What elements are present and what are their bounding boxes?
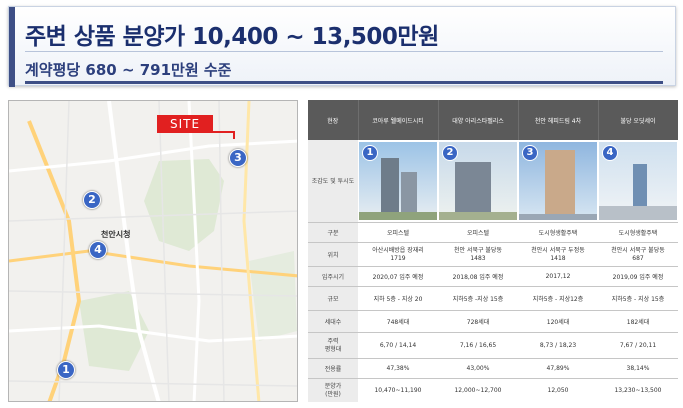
comparison-table: 현장 코아루 웰메이드시티 대양 아리스타펠리스 천안 헤피드림 4차 불당 오… — [308, 100, 678, 402]
table-cell: 43,00% — [438, 358, 518, 379]
site-pointer-line — [213, 131, 235, 133]
table-cell: 천안시 서북구 두정동 1418 — [518, 242, 598, 267]
row-label-line: 평형대 — [324, 345, 342, 353]
rendering-number-badge: 4 — [602, 145, 618, 161]
building-rendering-image: 3 — [519, 142, 597, 220]
table-row: 위치 아산시배방읍 장재리 1719 천안 서북구 불당동 1483 천안시 서북구… — [308, 242, 678, 267]
table-cell: 도시형생활주택 — [598, 222, 678, 243]
table-cell: 47,38% — [358, 358, 438, 379]
lot-number: 1719 — [390, 254, 406, 262]
table-header-cell: 코아루 웰메이드시티 — [358, 100, 439, 140]
lot-number: 687 — [632, 254, 644, 262]
table-row: 전용률 47,38% 43,00% 47,89% 38,14% — [308, 358, 678, 379]
table-cell: 7,67 / 20,11 — [598, 332, 678, 359]
site-label: SITE — [157, 115, 213, 133]
table-cell: 12,000~12,700 — [438, 378, 518, 402]
site-pointer-line-vertical — [233, 131, 235, 139]
table-row: 구분 오피스텔 오피스텔 도시형생활주택 도시형생활주택 — [308, 222, 678, 243]
building-rendering-image: 4 — [599, 142, 677, 220]
table-cell: 2019,09 입주 예정 — [598, 266, 678, 287]
map-marker-1[interactable]: 1 — [57, 361, 75, 379]
rendering-cell: 2 — [438, 140, 518, 223]
table-header-cell: 천안 헤피드림 4차 — [518, 100, 599, 140]
header-divider — [25, 51, 663, 52]
table-header-row: 현장 코아루 웰메이드시티 대양 아리스타펠리스 천안 헤피드림 4차 불당 오… — [308, 100, 678, 140]
table-cell: 지하5층 - 지상 15층 — [598, 286, 678, 311]
table-row: 세대수 748세대 728세대 120세대 182세대 — [308, 310, 678, 333]
row-label-line: (만원) — [325, 390, 341, 398]
table-header-cell: 불당 오딧세이 — [598, 100, 678, 140]
lot-number: 1483 — [470, 254, 486, 262]
table-cell: 10,470~11,190 — [358, 378, 438, 402]
table-cell: 7,16 / 16,65 — [438, 332, 518, 359]
row-label: 분양가 (만원) — [308, 378, 358, 402]
table-cell: 8,73 / 18,23 — [518, 332, 598, 359]
table-header-cell: 현장 — [308, 100, 359, 140]
header-underline — [25, 81, 663, 84]
row-label: 세대수 — [308, 310, 358, 333]
address-line: 천안시 서북구 불당동 — [611, 246, 665, 254]
table-row-images: 조감도 및 투시도 1 2 3 4 — [308, 140, 678, 223]
table-cell: 아산시배방읍 장재리 1719 — [358, 242, 438, 267]
table-cell: 120세대 — [518, 310, 598, 333]
map-marker-3[interactable]: 3 — [229, 149, 247, 167]
table-cell: 38,14% — [598, 358, 678, 379]
rendering-cell: 4 — [598, 140, 678, 223]
table-header-cell: 대양 아리스타펠리스 — [438, 100, 519, 140]
rendering-number-badge: 1 — [362, 145, 378, 161]
row-label: 전용률 — [308, 358, 358, 379]
table-cell: 오피스텔 — [438, 222, 518, 243]
table-cell: 728세대 — [438, 310, 518, 333]
table-cell: 6,70 / 14,14 — [358, 332, 438, 359]
row-label: 규모 — [308, 286, 358, 311]
building-rendering-image: 1 — [359, 142, 437, 220]
row-label: 주력 평형대 — [308, 332, 358, 359]
row-label-line: 분양가 — [324, 382, 342, 390]
page-subtitle: 계약평당 680 ~ 791만원 수준 — [25, 61, 232, 79]
table-row: 규모 지하 5층 - 지상 20 지하5층 -지상 15층 지하5층 - 지상1… — [308, 286, 678, 311]
building-rendering-image: 2 — [439, 142, 517, 220]
lot-number: 1418 — [550, 254, 566, 262]
map-marker-2[interactable]: 2 — [83, 191, 101, 209]
rendering-number-badge: 2 — [442, 145, 458, 161]
table-cell: 13,230~13,500 — [598, 378, 678, 402]
map-roads — [9, 101, 297, 401]
table-cell: 2020,07 입주 예정 — [358, 266, 438, 287]
table-cell: 오피스텔 — [358, 222, 438, 243]
address-line: 천안시 서북구 두정동 — [531, 246, 585, 254]
table-cell: 182세대 — [598, 310, 678, 333]
table-row: 입주시기 2020,07 입주 예정 2018,08 입주 예정 2017,12… — [308, 266, 678, 287]
table-cell: 12,050 — [518, 378, 598, 402]
row-label: 조감도 및 투시도 — [308, 140, 358, 223]
comparison-table-wrapper: 현장 코아루 웰메이드시티 대양 아리스타펠리스 천안 헤피드림 4차 불당 오… — [308, 100, 678, 402]
rendering-cell: 3 — [518, 140, 598, 223]
table-cell: 지하5층 -지상 15층 — [438, 286, 518, 311]
table-row: 분양가 (만원) 10,470~11,190 12,000~12,700 12,0… — [308, 378, 678, 402]
page-title: 주변 상품 분양가 10,400 ~ 13,500만원 — [25, 24, 439, 50]
table-row: 주력 평형대 6,70 / 14,14 7,16 / 16,65 8,73 / 1… — [308, 332, 678, 359]
row-label: 구분 — [308, 222, 358, 243]
table-cell: 47,89% — [518, 358, 598, 379]
table-cell: 748세대 — [358, 310, 438, 333]
slide-header: 주변 상품 분양가 10,400 ~ 13,500만원 계약평당 680 ~ 7… — [8, 6, 676, 87]
city-hall-label: 천안시청 — [101, 230, 131, 239]
address-line: 아산시배방읍 장재리 — [372, 246, 424, 254]
table-cell: 도시형생활주택 — [518, 222, 598, 243]
address-line: 천안 서북구 불당동 — [454, 246, 502, 254]
table-cell: 천안 서북구 불당동 1483 — [438, 242, 518, 267]
table-cell: 2017,12 — [518, 266, 598, 287]
header-accent-bar — [9, 7, 15, 87]
row-label-line: 주력 — [327, 337, 339, 345]
rendering-cell: 1 — [358, 140, 438, 223]
table-cell: 지하5층 - 지상12층 — [518, 286, 598, 311]
rendering-number-badge: 3 — [522, 145, 538, 161]
table-cell: 지하 5층 - 지상 20 — [358, 286, 438, 311]
location-map: 천안시청 SITE 3 2 4 1 — [8, 100, 298, 402]
table-cell: 천안시 서북구 불당동 687 — [598, 242, 678, 267]
map-marker-4[interactable]: 4 — [89, 241, 107, 259]
table-cell: 2018,08 입주 예정 — [438, 266, 518, 287]
row-label: 입주시기 — [308, 266, 358, 287]
row-label: 위치 — [308, 242, 358, 267]
